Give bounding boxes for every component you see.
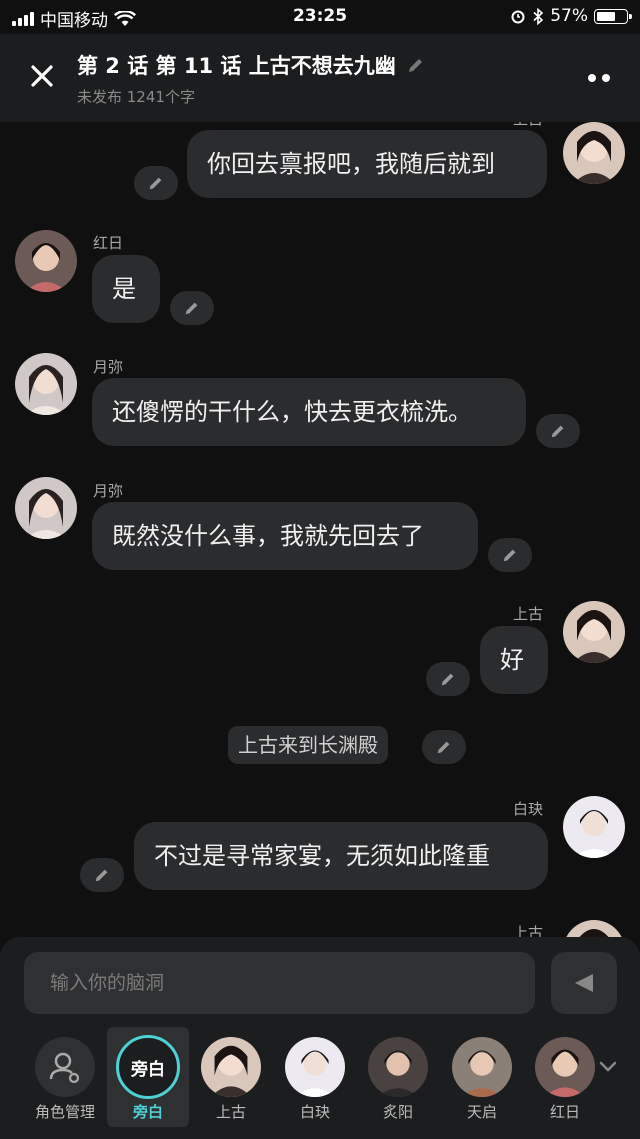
send-icon (575, 974, 593, 992)
pencil-icon[interactable] (406, 55, 426, 75)
pencil-icon (95, 869, 108, 882)
avatar-hongri[interactable] (15, 230, 77, 292)
bluetooth-icon (533, 7, 544, 25)
role-label: 天启 (466, 1103, 497, 1121)
role-shanggu[interactable]: 上古 (190, 1027, 272, 1127)
narration-bubble[interactable]: 上古来到长渊殿 (228, 726, 388, 764)
pencil-icon (185, 302, 198, 315)
close-icon (31, 65, 53, 87)
role-manage-button[interactable]: 角色管理 (24, 1027, 106, 1127)
message-bubble[interactable]: 好 (480, 626, 548, 694)
avatar-tianqi (452, 1037, 512, 1097)
pencil-icon (441, 673, 454, 686)
status-bar: 中国移动 23:25 57% (0, 0, 640, 34)
role-baijue[interactable]: 白玦 (274, 1027, 356, 1127)
chat-area[interactable]: 上古 你回去禀报吧，我随后就到 红日 是 月弥 还傻愣的干什么，快去更衣梳洗。 … (0, 122, 640, 937)
chapter-title-row[interactable]: 第 2 话 第 11 话 上古不想去九幽 (77, 50, 426, 80)
role-label: 角色管理 (34, 1103, 95, 1121)
speaker-name: 上古 (513, 605, 544, 623)
chapter-header: 第 2 话 第 11 话 上古不想去九幽 未发布 1241个字 (0, 34, 640, 122)
avatar-shanggu[interactable] (563, 122, 625, 184)
role-zhiyang[interactable]: 炙阳 (357, 1027, 439, 1127)
edit-button[interactable] (80, 858, 124, 892)
close-button[interactable] (26, 60, 58, 92)
role-label: 旁白 (132, 1103, 163, 1121)
message-bubble[interactable]: 既然没什么事，我就先回去了 (92, 502, 478, 570)
edit-button[interactable] (170, 291, 214, 325)
role-narrator[interactable]: 旁白 旁白 (107, 1027, 189, 1127)
speaker-name: 月弥 (93, 358, 124, 376)
role-label: 炙阳 (382, 1103, 413, 1121)
avatar-yuemi[interactable] (15, 353, 77, 415)
narrator-avatar: 旁白 (116, 1035, 180, 1099)
pencil-icon (551, 425, 564, 438)
role-label: 红日 (549, 1103, 580, 1121)
avatar-yuemi[interactable] (15, 477, 77, 539)
chevron-down-icon[interactable] (598, 1057, 618, 1077)
edit-button[interactable] (426, 662, 470, 696)
message-bubble[interactable]: 你回去禀报吧，我随后就到 (187, 130, 547, 198)
role-tianqi[interactable]: 天启 (441, 1027, 523, 1127)
composer-panel: 输入你的脑洞 角色管理 旁白 旁白 上古 白玦 炙阳 天启 红日 (0, 937, 640, 1139)
message-bubble[interactable]: 还傻愣的干什么，快去更衣梳洗。 (92, 378, 526, 446)
message-bubble[interactable]: 不过是寻常家宴，无须如此隆重 (134, 822, 548, 890)
edit-button[interactable] (536, 414, 580, 448)
edit-button[interactable] (134, 166, 178, 200)
speaker-name: 红日 (93, 234, 124, 252)
avatar-hongri (535, 1037, 595, 1097)
battery-icon (594, 8, 632, 24)
speaker-name: 月弥 (93, 482, 124, 500)
speaker-name: 上古 (513, 924, 544, 937)
pencil-icon (437, 741, 450, 754)
speaker-name: 白玦 (513, 800, 544, 818)
avatar-shanggu (201, 1037, 261, 1097)
more-icon (588, 74, 610, 82)
chapter-title: 第 2 话 第 11 话 上古不想去九幽 (77, 54, 396, 78)
avatar-shanggu[interactable] (563, 920, 625, 937)
edit-button[interactable] (422, 730, 466, 764)
narrator-avatar-text: 旁白 (131, 1059, 165, 1080)
send-button[interactable] (551, 952, 617, 1014)
role-manage-icon (35, 1037, 95, 1097)
message-input[interactable]: 输入你的脑洞 (24, 952, 535, 1014)
avatar-shanggu[interactable] (563, 601, 625, 663)
role-selector: 角色管理 旁白 旁白 上古 白玦 炙阳 天启 红日 (0, 1027, 640, 1137)
pencil-icon (503, 549, 516, 562)
avatar-zhiyang (368, 1037, 428, 1097)
role-hongri[interactable]: 红日 (524, 1027, 606, 1127)
avatar-baijue[interactable] (563, 796, 625, 858)
avatar-baijue (285, 1037, 345, 1097)
edit-button[interactable] (488, 538, 532, 572)
pencil-icon (149, 177, 162, 190)
role-label: 上古 (215, 1103, 246, 1121)
role-label: 白玦 (299, 1103, 330, 1121)
message-bubble[interactable]: 是 (92, 255, 160, 323)
chapter-subtitle: 未发布 1241个字 (77, 88, 195, 106)
battery-percent: 57% (550, 6, 588, 26)
alarm-icon (511, 10, 525, 24)
more-button[interactable] (586, 64, 612, 84)
status-right: 57% (510, 6, 632, 26)
speaker-name: 上古 (513, 122, 543, 129)
